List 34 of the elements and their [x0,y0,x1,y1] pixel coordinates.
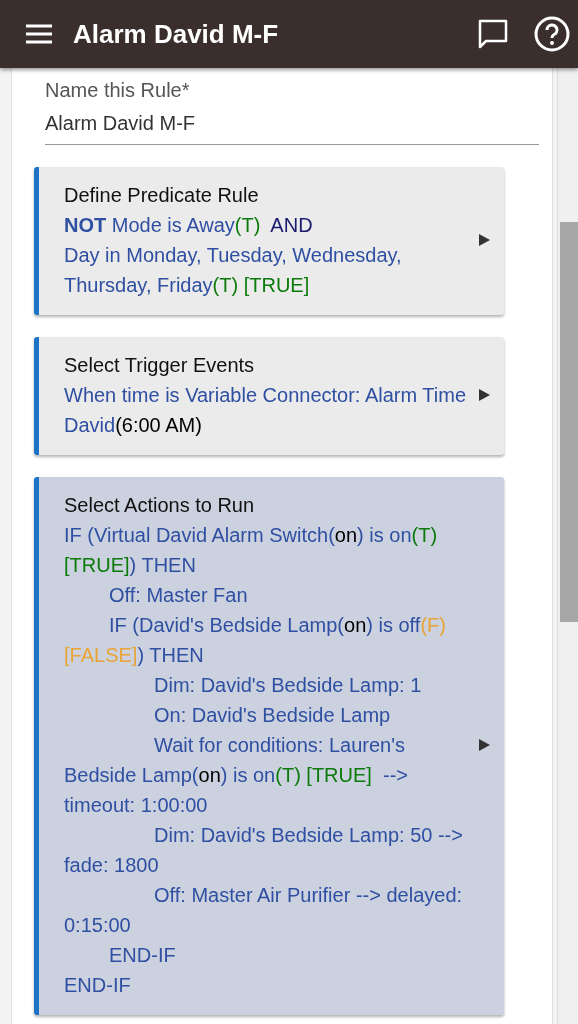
scrollbar[interactable] [557,68,578,1024]
rule-statement: END-IF [64,973,132,998]
comment-button[interactable] [478,19,508,49]
right-arrow-icon [479,739,490,751]
rule-statement: On: David's Bedside Lamp [153,703,392,728]
field-label: Name this Rule* [45,78,191,103]
rule-name-field[interactable]: Name this Rule* Alarm David M-F [45,76,539,145]
rule-statement: Dim: David's Bedside Lamp: 50 --> fade: 1800 [64,823,464,878]
field-value: Alarm David M-F [45,111,196,136]
rule-statement: IF (David's Bedside Lamp(on) is off(F) [FALSE]) THEN [64,613,447,668]
menu-button[interactable] [26,24,52,44]
page-title: Alarm David M-F [73,18,280,50]
scrollbar-thumb[interactable] [560,222,578,622]
rule-statement: END-IF [108,943,177,968]
rule-statement: Off: Master Fan [108,583,249,608]
section-title: Select Actions to Run [64,493,256,518]
help-button[interactable] [534,16,570,52]
section-title: Define Predicate Rule [64,183,260,208]
rule-statement: Day in Monday, Tuesday, Wednesday, Thursday, Friday(T) [TRUE] [64,243,403,298]
rule-statement: Dim: David's Bedside Lamp: 1 [153,673,423,698]
section-title: Select Trigger Events [64,353,256,378]
rule-statement: Wait for conditions: Lauren's Bedside Lamp(on) is on(T) [TRUE] --> timeout: 1:00:00 [64,733,410,818]
rule-section-card[interactable] [34,477,504,1015]
help-icon [534,16,570,52]
rule-statement: When time is Variable Connector: Alarm Time David(6:00 AM) [64,383,467,438]
rule-statement: Off: Master Air Purifier --> delayed: 0:15:00 [64,883,464,938]
rule-statement: IF (Virtual David Alarm Switch(on) is on(T) [TRUE]) THEN [64,523,439,578]
right-arrow-icon [479,389,490,401]
chat-bubble-icon [478,19,508,49]
rule-section-card[interactable]: Select Trigger Events When time is Variable Connector: Alarm Time David(6:00 AM) [34,337,504,455]
menu-icon [26,24,52,44]
rule-statement: NOT Mode is Away(T) AND [64,213,314,238]
right-arrow-icon [479,234,490,246]
rule-section-card[interactable]: Define Predicate Rule NOT Mode is Away(T) AND Day in Monday, Tuesday, Wednesday, Thursday, Friday(T) [TRUE] [34,167,504,315]
